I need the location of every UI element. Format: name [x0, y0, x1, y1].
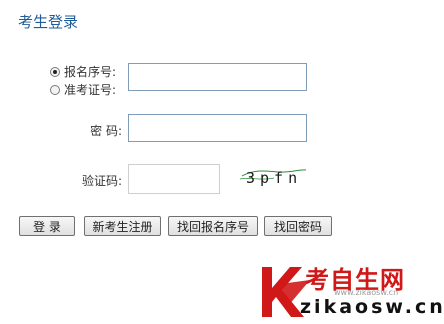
title-divider [0, 38, 444, 39]
find-password-button[interactable]: 找回密码 [264, 216, 332, 236]
captcha-text: 3pfn [246, 169, 303, 187]
radio-admission-number[interactable] [50, 84, 60, 95]
radio-reg-number[interactable] [50, 66, 60, 77]
watermark-en-text: zikaosw.cn [300, 296, 444, 318]
radio-admission-number-label: 准考证号: [64, 83, 117, 97]
radio-option-reg-number[interactable]: 报名序号: [50, 63, 116, 80]
login-button[interactable]: 登 录 [19, 216, 75, 236]
register-button[interactable]: 新考生注册 [84, 216, 161, 236]
radio-option-admission-number[interactable]: 准考证号: [50, 81, 116, 98]
page-title: 考生登录 [18, 13, 79, 31]
radio-reg-number-label: 报名序号: [64, 65, 117, 79]
password-input[interactable] [128, 114, 307, 142]
password-label: 密 码: [90, 124, 122, 138]
captcha-label: 验证码: [81, 174, 122, 188]
captcha-input[interactable] [128, 164, 220, 194]
find-reg-number-button[interactable]: 找回报名序号 [168, 216, 258, 236]
captcha-image[interactable]: 3pfn [240, 167, 308, 189]
id-number-input[interactable] [128, 63, 307, 91]
